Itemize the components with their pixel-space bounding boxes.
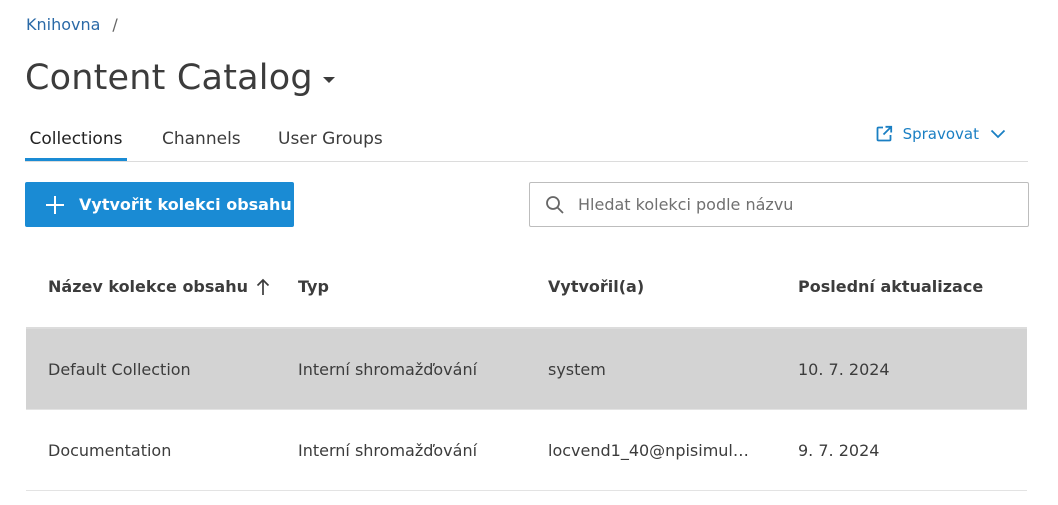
column-header-created-by[interactable]: Vytvořil(a) <box>548 277 644 296</box>
manage-label: Spravovat <box>902 125 979 143</box>
table-row[interactable]: Default Collection Interní shromažďování… <box>26 329 1027 410</box>
breadcrumb: Knihovna / <box>26 15 118 34</box>
search-box[interactable] <box>529 182 1029 227</box>
cell-created-by: locvend1_40@npisimul… <box>548 441 749 460</box>
tab-channels[interactable]: Channels <box>162 118 241 161</box>
cell-updated: 10. 7. 2024 <box>798 360 890 379</box>
column-header-name-label: Název kolekce obsahu <box>48 277 248 296</box>
collections-table: Název kolekce obsahu Typ Vytvořil(a) Pos… <box>26 248 1027 491</box>
caret-down-icon[interactable] <box>322 77 335 83</box>
breadcrumb-separator: / <box>112 15 118 34</box>
create-collection-button[interactable]: Vytvořit kolekci obsahu <box>25 182 294 227</box>
tab-user-groups[interactable]: User Groups <box>278 118 383 161</box>
external-link-icon <box>876 125 892 142</box>
search-icon <box>546 195 564 214</box>
create-collection-label: Vytvořit kolekci obsahu <box>79 195 292 214</box>
cell-updated: 9. 7. 2024 <box>798 441 880 460</box>
cell-created-by: system <box>548 360 606 379</box>
table-row[interactable]: Documentation Interní shromažďování locv… <box>26 410 1027 491</box>
table-header: Název kolekce obsahu Typ Vytvořil(a) Pos… <box>26 248 1027 329</box>
cell-name: Documentation <box>48 441 172 460</box>
tab-collections[interactable]: Collections <box>25 118 127 161</box>
arrow-up-icon <box>256 278 270 295</box>
cell-type: Interní shromažďování <box>298 441 478 460</box>
cell-type: Interní shromažďování <box>298 360 478 379</box>
page-title: Content Catalog <box>25 58 313 98</box>
chevron-down-icon <box>990 129 1006 139</box>
cell-name: Default Collection <box>48 360 191 379</box>
search-input[interactable] <box>576 194 1000 215</box>
breadcrumb-link-library[interactable]: Knihovna <box>26 15 100 34</box>
manage-dropdown[interactable]: Spravovat <box>875 125 1006 143</box>
tab-bar: Collections Channels User Groups Spravov… <box>25 118 1028 162</box>
plus-icon <box>46 195 64 214</box>
column-header-name[interactable]: Název kolekce obsahu <box>48 277 270 296</box>
column-header-type[interactable]: Typ <box>298 277 329 296</box>
column-header-updated[interactable]: Poslední aktualizace <box>798 277 983 296</box>
title-row: Content Catalog <box>25 58 335 98</box>
